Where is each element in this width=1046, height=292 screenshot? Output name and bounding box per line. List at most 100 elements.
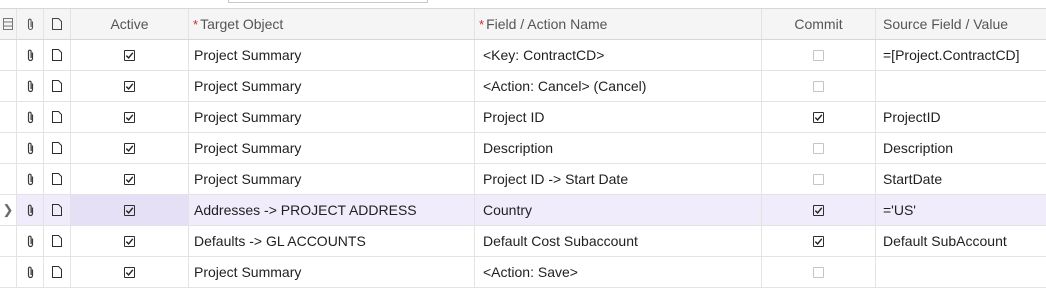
commit-checkbox-cell[interactable] bbox=[762, 102, 876, 132]
header-source-field[interactable]: Source Field / Value bbox=[876, 9, 1046, 39]
commit-checkbox-cell[interactable] bbox=[762, 164, 876, 194]
attachment-icon[interactable] bbox=[17, 102, 44, 132]
target-object-cell[interactable]: Project Summary bbox=[189, 71, 475, 101]
attachment-icon[interactable] bbox=[17, 40, 44, 70]
row-selector[interactable] bbox=[0, 133, 17, 163]
commit-checkbox-cell[interactable] bbox=[762, 195, 876, 225]
note-icon[interactable] bbox=[44, 164, 71, 194]
target-object-cell[interactable]: Project Summary bbox=[189, 40, 475, 70]
field-action-cell[interactable]: Project ID bbox=[475, 102, 762, 132]
table-row[interactable]: Project Summary <Action: Save> bbox=[0, 257, 1046, 288]
attachment-icon[interactable] bbox=[17, 133, 44, 163]
commit-checkbox-cell[interactable] bbox=[762, 71, 876, 101]
note-icon[interactable] bbox=[44, 71, 71, 101]
source-field-cell[interactable] bbox=[876, 257, 1046, 287]
note-icon[interactable] bbox=[44, 195, 71, 225]
target-object-text: Project Summary bbox=[194, 78, 302, 94]
active-checkbox-cell[interactable] bbox=[71, 195, 189, 225]
active-checkbox[interactable] bbox=[124, 49, 135, 61]
field-action-cell[interactable]: Country bbox=[475, 195, 762, 225]
row-selector[interactable]: ❯ bbox=[0, 195, 17, 225]
target-object-cell[interactable]: Defaults -> GL ACCOUNTS bbox=[189, 226, 475, 256]
row-selector[interactable] bbox=[0, 40, 17, 70]
source-field-cell[interactable]: StartDate bbox=[876, 164, 1046, 194]
field-action-cell[interactable]: <Action: Save> bbox=[475, 257, 762, 287]
row-selector[interactable] bbox=[0, 226, 17, 256]
attachment-icon[interactable] bbox=[17, 257, 44, 287]
table-row[interactable]: Project Summary Project ID -> Start Date S… bbox=[0, 164, 1046, 195]
active-checkbox[interactable] bbox=[124, 173, 135, 185]
field-action-cell[interactable]: <Action: Cancel> (Cancel) bbox=[475, 71, 762, 101]
note-icon[interactable] bbox=[44, 102, 71, 132]
header-target-object[interactable]: * Target Object bbox=[189, 9, 475, 39]
note-icon[interactable] bbox=[44, 40, 71, 70]
field-action-cell[interactable]: Project ID -> Start Date bbox=[475, 164, 762, 194]
active-checkbox-cell[interactable] bbox=[71, 40, 189, 70]
attachment-icon[interactable] bbox=[17, 164, 44, 194]
active-checkbox-cell[interactable] bbox=[71, 102, 189, 132]
column-settings-icon[interactable] bbox=[0, 9, 17, 39]
table-row[interactable]: Project Summary Project ID ProjectID bbox=[0, 102, 1046, 133]
source-field-cell[interactable]: Description bbox=[876, 133, 1046, 163]
attachment-icon[interactable] bbox=[17, 195, 44, 225]
target-object-text: Project Summary bbox=[194, 264, 302, 280]
row-selector[interactable] bbox=[0, 71, 17, 101]
target-object-cell[interactable]: Project Summary bbox=[189, 133, 475, 163]
table-row[interactable]: Project Summary <Key: ContractCD> =[Projec… bbox=[0, 40, 1046, 71]
note-icon[interactable] bbox=[44, 226, 71, 256]
commit-checkbox[interactable] bbox=[813, 142, 824, 154]
source-field-cell[interactable]: =[Project.ContractCD] bbox=[876, 40, 1046, 70]
active-checkbox[interactable] bbox=[124, 235, 135, 247]
active-checkbox-cell[interactable] bbox=[71, 226, 189, 256]
target-object-cell[interactable]: Addresses -> PROJECT ADDRESS bbox=[189, 195, 475, 225]
commit-checkbox[interactable] bbox=[813, 80, 824, 92]
commit-checkbox[interactable] bbox=[813, 173, 824, 185]
active-checkbox[interactable] bbox=[124, 142, 135, 154]
note-icon[interactable] bbox=[44, 257, 71, 287]
commit-checkbox[interactable] bbox=[813, 266, 824, 278]
table-row[interactable]: Defaults -> GL ACCOUNTS Default Cost Suba… bbox=[0, 226, 1046, 257]
active-checkbox-cell[interactable] bbox=[71, 133, 189, 163]
field-action-text: Description bbox=[483, 140, 554, 156]
row-selector[interactable] bbox=[0, 164, 17, 194]
target-object-cell[interactable]: Project Summary bbox=[189, 102, 475, 132]
field-action-cell[interactable]: Description bbox=[475, 133, 762, 163]
table-row[interactable]: Project Summary Description Description bbox=[0, 133, 1046, 164]
field-action-cell[interactable]: <Key: ContractCD> bbox=[475, 40, 762, 70]
target-object-cell[interactable]: Project Summary bbox=[189, 164, 475, 194]
source-field-cell[interactable] bbox=[876, 71, 1046, 101]
commit-checkbox-cell[interactable] bbox=[762, 226, 876, 256]
source-field-cell[interactable]: ProjectID bbox=[876, 102, 1046, 132]
active-checkbox-cell[interactable] bbox=[71, 164, 189, 194]
active-checkbox[interactable] bbox=[124, 111, 135, 123]
active-checkbox-cell[interactable] bbox=[71, 71, 189, 101]
active-checkbox-cell[interactable] bbox=[71, 257, 189, 287]
source-field-text: Description bbox=[883, 140, 954, 156]
commit-checkbox[interactable] bbox=[813, 235, 824, 247]
active-checkbox[interactable] bbox=[124, 80, 135, 92]
row-selector[interactable] bbox=[0, 257, 17, 287]
table-row[interactable]: ❯ Addresses -> PROJECT ADDRESS Country ='US… bbox=[0, 195, 1046, 226]
field-action-text: Project ID -> Start Date bbox=[483, 171, 629, 187]
commit-checkbox[interactable] bbox=[813, 49, 824, 61]
table-row[interactable]: Project Summary <Action: Cancel> (Cancel) bbox=[0, 71, 1046, 102]
target-object-cell[interactable]: Project Summary bbox=[189, 257, 475, 287]
row-selector[interactable] bbox=[0, 102, 17, 132]
source-field-cell[interactable]: ='US' bbox=[876, 195, 1046, 225]
commit-checkbox-cell[interactable] bbox=[762, 133, 876, 163]
commit-checkbox[interactable] bbox=[813, 111, 824, 123]
header-active[interactable]: Active bbox=[71, 9, 189, 39]
commit-checkbox-cell[interactable] bbox=[762, 40, 876, 70]
header-commit[interactable]: Commit bbox=[762, 9, 876, 39]
attachment-icon[interactable] bbox=[17, 226, 44, 256]
source-field-cell[interactable]: Default SubAccount bbox=[876, 226, 1046, 256]
active-checkbox[interactable] bbox=[124, 204, 135, 216]
active-checkbox[interactable] bbox=[124, 266, 135, 278]
field-action-cell[interactable]: Default Cost Subaccount bbox=[475, 226, 762, 256]
commit-checkbox[interactable] bbox=[813, 204, 824, 216]
attachment-icon[interactable] bbox=[17, 71, 44, 101]
search-box-edge bbox=[228, 0, 428, 3]
header-field-action[interactable]: * Field / Action Name bbox=[475, 9, 762, 39]
note-icon[interactable] bbox=[44, 133, 71, 163]
commit-checkbox-cell[interactable] bbox=[762, 257, 876, 287]
